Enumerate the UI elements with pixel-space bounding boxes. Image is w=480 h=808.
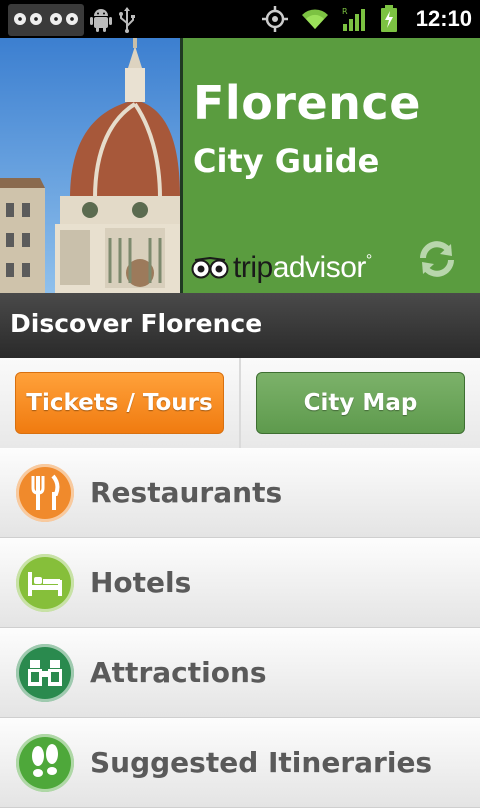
list-item-itineraries[interactable]: Suggested Itineraries bbox=[0, 718, 480, 808]
section-header: Discover Florence bbox=[0, 293, 480, 359]
owl-logo-icon bbox=[191, 257, 229, 279]
header: Florence City Guide tripadvisor° bbox=[0, 38, 480, 293]
section-title: Discover Florence bbox=[10, 309, 263, 338]
action-buttons: Tickets / Tours City Map bbox=[0, 358, 480, 449]
bed-icon bbox=[16, 554, 74, 612]
wifi-icon bbox=[301, 9, 328, 29]
brand-advisor: advisor bbox=[272, 251, 367, 284]
brand-mark: ° bbox=[365, 252, 372, 269]
list-item-label: Attractions bbox=[90, 656, 267, 689]
florence-duomo-photo bbox=[0, 38, 180, 293]
list-item-label: Restaurants bbox=[90, 476, 283, 509]
list-item-restaurants[interactable]: Restaurants bbox=[0, 448, 480, 538]
list-item-attractions[interactable]: Attractions bbox=[0, 628, 480, 718]
clock: 12:10 bbox=[415, 6, 472, 31]
brand-trip: trip bbox=[233, 251, 273, 284]
button-divider bbox=[239, 358, 241, 448]
fork-knife-icon bbox=[16, 464, 74, 522]
refresh-icon[interactable] bbox=[416, 238, 458, 280]
signal-icon: R bbox=[342, 7, 365, 31]
city-title: Florence bbox=[193, 76, 421, 130]
list-item-label: Suggested Itineraries bbox=[90, 746, 433, 779]
hero-banner: Florence City Guide tripadvisor° bbox=[183, 38, 480, 293]
usb-icon bbox=[119, 7, 135, 33]
category-list: Restaurants Hotels Attractions Suggested… bbox=[0, 448, 480, 808]
tripadvisor-notification-icon bbox=[8, 4, 84, 36]
footprints-icon bbox=[16, 734, 74, 792]
list-item-hotels[interactable]: Hotels bbox=[0, 538, 480, 628]
binoculars-icon bbox=[16, 644, 74, 702]
status-bar: R 12:10 bbox=[0, 0, 480, 38]
gps-icon bbox=[261, 6, 288, 32]
city-subtitle: City Guide bbox=[193, 142, 380, 180]
city-map-button[interactable]: City Map bbox=[256, 372, 465, 434]
tripadvisor-logo: tripadvisor° bbox=[191, 253, 372, 283]
list-item-label: Hotels bbox=[90, 566, 192, 599]
android-debug-icon bbox=[90, 9, 112, 32]
svg-text:R: R bbox=[342, 7, 348, 16]
tickets-tours-button[interactable]: Tickets / Tours bbox=[15, 372, 224, 434]
battery-icon bbox=[380, 5, 397, 32]
